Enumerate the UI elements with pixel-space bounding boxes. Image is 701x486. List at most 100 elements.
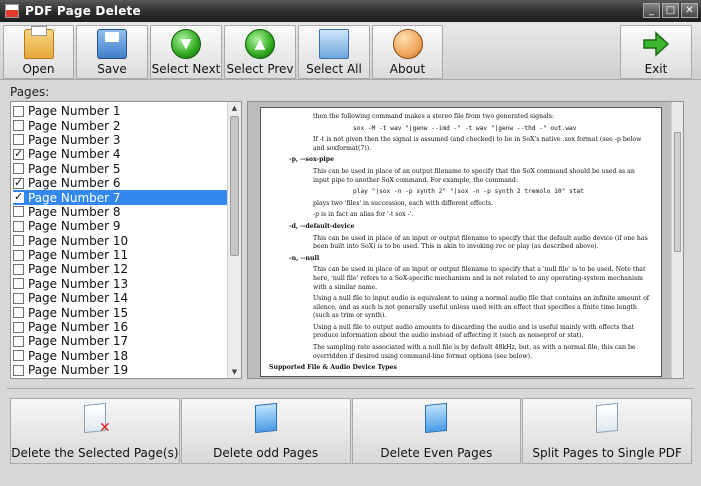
preview-text-line: play "|sox -n -p synth 2" "|sox -n -p sy… [353,188,584,196]
page-list-item[interactable]: Page Number 13 [13,277,227,291]
close-button[interactable]: ✕ [681,3,698,18]
page-item-label: Page Number 11 [28,248,129,263]
folder-open-icon [23,26,54,59]
page-checkbox[interactable] [13,235,24,247]
split-pages-label: Split Pages to Single PDF [532,446,682,460]
select-next-button[interactable]: ▼ Select Next [150,25,222,79]
page-item-label: Page Number 10 [28,233,129,248]
page-list-item[interactable]: Page Number 17 [13,334,227,348]
delete-odd-button[interactable]: Delete odd Pages [180,398,351,464]
page-list-item[interactable]: Page Number 16 [13,320,227,334]
page-checkbox[interactable] [13,190,24,204]
preview-text-line: This can be used in place of an input or… [313,266,646,291]
preview-text-line: This can be used in place of an input or… [313,234,648,251]
page-list-item[interactable]: Page Number 4 [13,147,227,161]
page-list-item[interactable]: Page Number 5 [13,162,227,176]
preview-document-page: then the following command makes a stere… [260,107,662,377]
page-list-item[interactable]: Page Number 7 [13,190,227,205]
select-all-button[interactable]: Select All [298,25,370,79]
scroll-down-arrow-icon[interactable]: ▼ [228,366,241,378]
preview-scrollbar[interactable] [671,102,683,378]
page-checkbox[interactable] [13,206,24,218]
page-checkbox[interactable] [13,147,24,160]
page-checkbox[interactable] [13,120,24,132]
arrow-up-circle-icon: ▲ [245,29,275,59]
page-checkbox[interactable] [13,321,24,333]
delete-odd-label: Delete odd Pages [213,446,319,460]
page-checkbox[interactable] [13,263,24,275]
select-all-label: Select All [306,62,362,76]
split-pages-button[interactable]: Split Pages to Single PDF [522,398,692,464]
page-list-scrollbar[interactable]: ▲ ▼ [227,102,241,378]
preview-text-line: See soxformat(7) for a list and descript… [313,376,651,377]
page-item-label: Page Number 7 [28,190,121,205]
page-list-item[interactable]: Page Number 8 [13,205,227,219]
arrow-down-circle-icon: ▼ [171,29,201,59]
page-list-item[interactable]: Page Number 9 [13,219,227,233]
preview-text-line: -n, --null [289,254,320,262]
exit-label: Exit [644,62,668,76]
preview-text-line: -p is in fact an alias for '-t sox -'. [313,211,414,219]
page-list-item[interactable]: Page Number 19 [13,363,227,377]
delete-even-button[interactable]: Delete Even Pages [351,398,522,464]
page-checkbox[interactable] [13,163,24,175]
title-bar: PDF Page Delete _ □ ✕ [0,0,701,22]
page-list-item[interactable]: Page Number 18 [13,349,227,363]
page-item-label: Page Number 2 [28,118,121,133]
select-prev-button[interactable]: ▲ Select Prev [224,25,296,79]
page-list-item[interactable]: Page Number 15 [13,305,227,320]
page-checkbox[interactable] [13,278,24,290]
page-item-label: Page Number 8 [28,204,121,219]
exit-button[interactable]: Exit [620,25,692,79]
exit-arrow-icon [641,29,671,59]
page-item-label: Page Number 16 [28,320,129,335]
select-prev-label: Select Prev [226,62,294,76]
preview-scroll-thumb[interactable] [674,132,681,252]
page-list-item[interactable]: Page Number 11 [13,248,227,262]
page-checkbox[interactable] [13,249,24,261]
page-list-item[interactable]: Page Number 2 [13,118,227,133]
page-checkbox[interactable] [13,364,24,376]
page-item-label: Page Number 12 [28,262,129,277]
preview-text-line: The sampling rate associated with a null… [313,344,636,360]
delete-selected-button[interactable]: Delete the Selected Page(s) [10,398,180,464]
page-checkbox[interactable] [13,105,24,117]
open-button[interactable]: Open [3,25,74,79]
save-button[interactable]: Save [76,25,148,79]
preview-text-line: This can be used in place of an output f… [313,167,635,184]
page-list-item[interactable]: Page Number 12 [13,262,227,276]
delete-page-icon [81,402,109,438]
page-checkbox[interactable] [13,134,24,146]
page-checkbox[interactable] [13,350,24,362]
documents-stack-icon [319,29,349,59]
page-checkbox[interactable] [13,292,24,304]
page-checkbox[interactable] [13,307,24,319]
page-list-item[interactable]: Page Number 10 [13,234,227,248]
save-label: Save [97,62,127,76]
page-list-scroll-thumb[interactable] [230,116,239,256]
page-item-label: Page Number 18 [28,348,129,363]
page-list-item[interactable]: Page Number 3 [13,133,227,147]
preview-text-line: Supported File & Audio Device Types [269,364,397,372]
page-preview: then the following command makes a stere… [247,101,684,379]
document-icon [593,402,621,438]
about-label: About [389,62,426,76]
page-checkbox[interactable] [13,176,24,189]
preview-text-line: If -t is not given then the signal is as… [313,136,642,152]
page-items: Page Number 1Page Number 2Page Number 3P… [11,102,227,377]
page-item-label: Page Number 19 [28,363,129,378]
page-list-item[interactable]: Page Number 14 [13,291,227,305]
users-icon [392,29,423,59]
minimize-button[interactable]: _ [643,3,660,18]
page-list-item[interactable]: Page Number 1 [13,104,227,118]
page-list-item[interactable]: Page Number 6 [13,176,227,190]
page-item-label: Page Number 15 [28,305,129,320]
page-list[interactable]: Page Number 1Page Number 2Page Number 3P… [10,101,242,379]
page-checkbox[interactable] [13,220,24,232]
about-button[interactable]: About [372,25,443,79]
page-checkbox[interactable] [13,335,24,347]
maximize-button[interactable]: □ [662,3,679,18]
open-label: Open [22,62,55,76]
scroll-up-arrow-icon[interactable]: ▲ [228,102,241,114]
document-blue-icon [252,402,280,438]
